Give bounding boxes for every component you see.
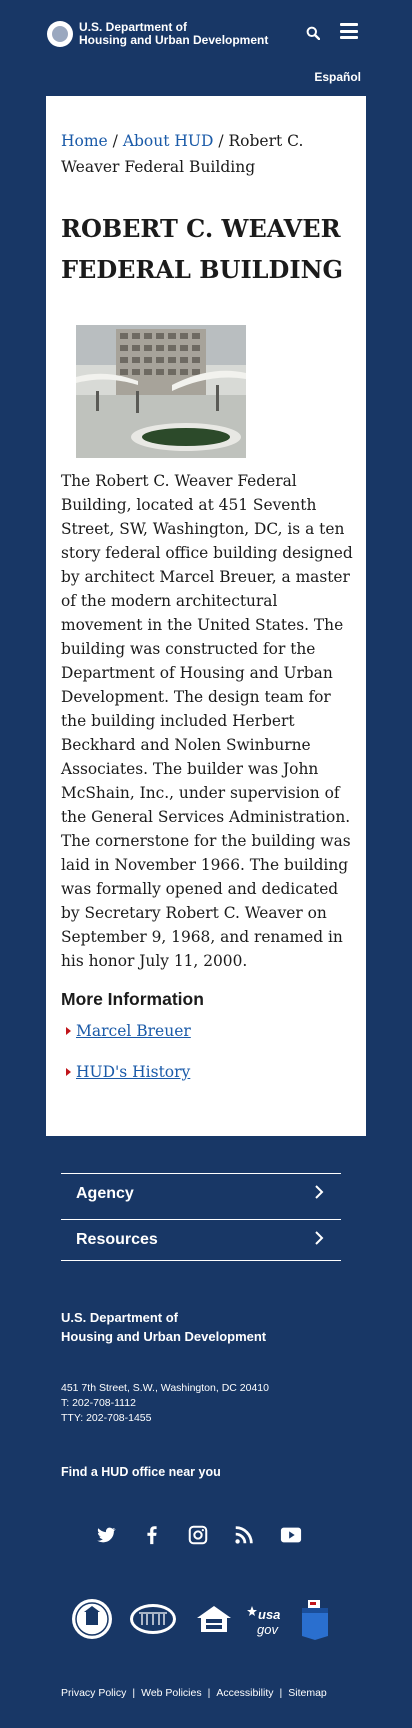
- page-body-text: The Robert C. Weaver Federal Building, l…: [61, 472, 353, 970]
- web-policies-link[interactable]: Web Policies: [141, 1687, 202, 1699]
- usa-gov-text: usa: [258, 1607, 280, 1622]
- main-content: Home / About HUD / Robert C. Weaver Fede…: [46, 96, 366, 1136]
- weaver-building-photo: [76, 325, 246, 458]
- chevron-right-icon: [315, 1231, 324, 1245]
- language-toggle-link[interactable]: Español: [314, 70, 361, 84]
- hamburger-menu-icon[interactable]: [340, 23, 358, 39]
- agency-name[interactable]: U.S. Department of Housing and Urban Dev…: [79, 21, 279, 47]
- accordion-label: Agency: [76, 1185, 134, 1202]
- accessibility-link[interactable]: Accessibility: [216, 1687, 273, 1699]
- svg-text:gov: gov: [257, 1622, 279, 1637]
- chevron-right-icon: [315, 1185, 324, 1199]
- youtube-icon[interactable]: [279, 1524, 303, 1546]
- footer-links: Privacy Policy | Web Policies | Accessibilit…: [61, 1687, 327, 1699]
- site-header: U.S. Department of Housing and Urban Dev…: [0, 0, 412, 66]
- usa-gov-logo[interactable]: usa gov: [247, 1598, 285, 1640]
- breadcrumb-home[interactable]: Home: [61, 132, 108, 150]
- footer-accordion-resources[interactable]: Resources: [61, 1219, 341, 1260]
- facebook-icon[interactable]: [141, 1524, 163, 1546]
- search-icon[interactable]: [306, 26, 320, 40]
- sitemap-link[interactable]: Sitemap: [288, 1687, 327, 1699]
- footer-agency-name: U.S. Department of Housing and Urban Dev…: [61, 1310, 267, 1344]
- privacy-policy-link[interactable]: Privacy Policy: [61, 1687, 126, 1699]
- instagram-icon[interactable]: [187, 1524, 209, 1546]
- vote-icon[interactable]: [300, 1598, 330, 1640]
- breadcrumb: Home / About HUD / Robert C. Weaver Fede…: [61, 132, 304, 176]
- footer-address: 451 7th Street, S.W., Washington, DC 204…: [61, 1381, 269, 1426]
- agency-name-line2: Housing and Urban Development: [79, 33, 269, 47]
- find-hud-office-link[interactable]: Find a HUD office near you: [61, 1465, 221, 1479]
- accordion-divider: [61, 1260, 341, 1261]
- rss-icon[interactable]: [233, 1524, 255, 1546]
- footer-accordion-agency[interactable]: Agency: [61, 1173, 341, 1214]
- white-house-icon[interactable]: [129, 1598, 177, 1640]
- hud-seal-icon[interactable]: [71, 1598, 113, 1640]
- more-information-heading: More Information: [61, 989, 204, 1009]
- link-hud-history[interactable]: HUD's History: [61, 1063, 190, 1081]
- breadcrumb-about-hud[interactable]: About HUD: [123, 132, 214, 150]
- phone[interactable]: T: 202-708-1112: [61, 1396, 269, 1411]
- accordion-label: Resources: [76, 1231, 158, 1248]
- tty[interactable]: TTY: 202-708-1455: [61, 1411, 269, 1426]
- link-marcel-breuer[interactable]: Marcel Breuer: [61, 1022, 191, 1040]
- address: 451 7th Street, S.W., Washington, DC 204…: [61, 1382, 269, 1394]
- page-title: ROBERT C. WEAVER FEDERAL BUILDING: [61, 214, 344, 284]
- hud-seal-logo[interactable]: [47, 21, 73, 47]
- equal-housing-opportunity-icon[interactable]: [195, 1598, 233, 1640]
- twitter-icon[interactable]: [95, 1524, 117, 1546]
- usa-gov-icon: usa gov: [247, 1606, 280, 1637]
